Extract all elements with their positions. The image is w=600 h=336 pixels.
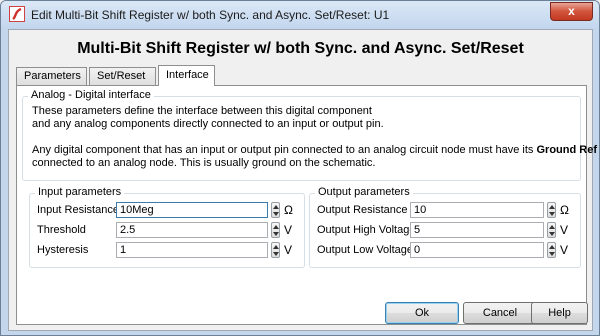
description-line-2: and any analog components directly conne… — [32, 118, 384, 130]
spin-up-icon — [549, 245, 555, 249]
output-low-voltage-label: Output Low Voltage — [317, 244, 414, 256]
description-line-1: These parameters define the interface be… — [32, 105, 372, 117]
description-line-4: connected to an analog node. This is usu… — [32, 157, 376, 169]
spin-up-icon — [549, 205, 555, 209]
input-resistance-unit: Ω — [284, 203, 293, 217]
spin-down-icon — [273, 252, 279, 256]
output-low-voltage-field[interactable] — [410, 242, 544, 258]
output-resistance-unit: Ω — [560, 203, 569, 217]
output-low-voltage-spinner[interactable] — [547, 242, 556, 258]
spin-up-icon — [549, 225, 555, 229]
spin-down-icon — [273, 232, 279, 236]
output-parameters-group: Output parameters Output Resistance Ω Ou… — [309, 186, 581, 268]
spin-up-icon — [273, 205, 279, 209]
spin-up-icon — [273, 245, 279, 249]
tab-parameters[interactable]: Parameters — [16, 67, 87, 85]
input-resistance-spinner[interactable] — [271, 202, 280, 218]
output-resistance-spinner[interactable] — [547, 202, 556, 218]
window-title: Edit Multi-Bit Shift Register w/ both Sy… — [31, 8, 390, 22]
spin-down-icon — [549, 252, 555, 256]
hysteresis-label: Hysteresis — [37, 244, 89, 256]
close-button[interactable]: x — [550, 2, 593, 21]
output-parameters-legend: Output parameters — [315, 186, 413, 198]
analog-digital-legend: Analog - Digital interface — [28, 89, 154, 101]
close-icon: x — [568, 4, 575, 18]
output-resistance-label: Output Resistance — [317, 204, 408, 216]
spin-up-icon — [273, 225, 279, 229]
spin-down-icon — [549, 232, 555, 236]
output-high-voltage-spinner[interactable] — [547, 222, 556, 238]
title-bar[interactable]: Edit Multi-Bit Shift Register w/ both Sy… — [1, 1, 599, 29]
output-resistance-field[interactable] — [410, 202, 544, 218]
cancel-button[interactable]: Cancel — [463, 302, 537, 324]
input-resistance-field[interactable] — [116, 202, 268, 218]
spin-down-icon — [273, 212, 279, 216]
input-parameters-legend: Input parameters — [35, 186, 125, 198]
hysteresis-field[interactable] — [116, 242, 268, 258]
help-button[interactable]: Help — [531, 302, 588, 324]
output-low-voltage-unit: V — [560, 243, 569, 257]
ok-button[interactable]: Ok — [385, 302, 459, 324]
threshold-spinner[interactable] — [271, 222, 280, 238]
description-line-3: Any digital component that has an input … — [32, 144, 599, 157]
hysteresis-spinner[interactable] — [271, 242, 280, 258]
dialog-window: Edit Multi-Bit Shift Register w/ both Sy… — [0, 0, 600, 336]
ground-ref-emphasis: Ground Ref — [536, 144, 598, 156]
output-high-voltage-unit: V — [560, 223, 569, 237]
output-high-voltage-field[interactable] — [410, 222, 544, 238]
description-line-3-text: Any digital component that has an input … — [32, 144, 537, 156]
output-high-voltage-label: Output High Voltage — [317, 224, 416, 236]
interface-tab-panel: Analog - Digital interface These paramet… — [16, 85, 597, 325]
input-resistance-label: Input Resistance — [37, 204, 119, 216]
spin-down-icon — [549, 212, 555, 216]
hysteresis-unit: V — [284, 243, 293, 257]
dialog-heading: Multi-Bit Shift Register w/ both Sync. a… — [77, 40, 524, 57]
tab-set-reset[interactable]: Set/Reset — [89, 67, 156, 85]
threshold-field[interactable] — [116, 222, 268, 238]
tab-interface[interactable]: Interface — [158, 65, 215, 86]
threshold-unit: V — [284, 223, 293, 237]
app-logo-icon — [9, 6, 25, 22]
threshold-label: Threshold — [37, 224, 86, 236]
analog-digital-group: Analog - Digital interface These paramet… — [22, 89, 597, 181]
dialog-body: Multi-Bit Shift Register w/ both Sync. a… — [8, 29, 597, 331]
input-parameters-group: Input parameters Input Resistance Ω Thre… — [29, 186, 305, 268]
